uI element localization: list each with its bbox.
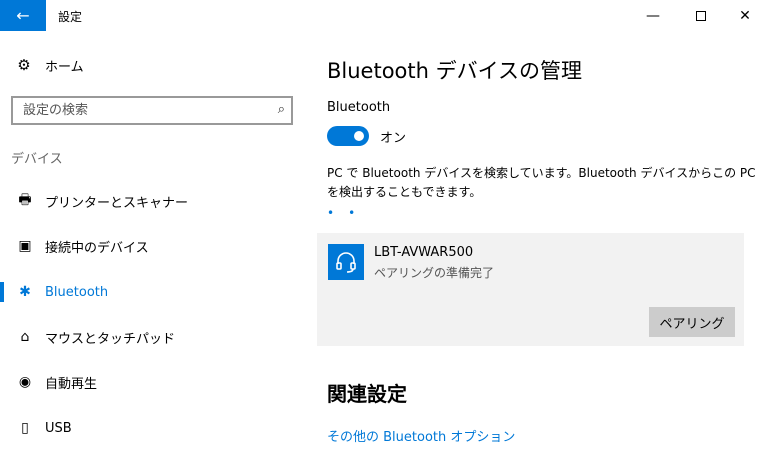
sidebar-item-usb[interactable]: ▯ USB <box>0 406 308 450</box>
minimize-icon: — <box>646 7 660 24</box>
headset-icon <box>328 244 364 280</box>
search-icon[interactable]: ⌕ <box>278 102 285 117</box>
window-title: 設定 <box>58 10 83 24</box>
toggle-state-label: オン <box>380 131 407 146</box>
device-item[interactable]: LBT-AVWAR500 ペアリングの準備完了 ペアリング <box>317 233 744 346</box>
maximize-button[interactable] <box>678 0 724 31</box>
autoplay-icon: ◉ <box>18 374 32 390</box>
sidebar-item-label: USB <box>45 420 72 436</box>
maximize-icon <box>696 10 706 21</box>
sidebar-item-bluetooth[interactable]: ✱ Bluetooth <box>0 270 308 314</box>
sidebar-item-printers[interactable]: 🖶 プリンターとスキャナー <box>0 179 308 223</box>
bluetooth-toggle[interactable] <box>327 126 369 146</box>
sidebar-item-autoplay[interactable]: ◉ 自動再生 <box>0 360 308 404</box>
printer-icon: 🖶 <box>18 192 32 208</box>
close-icon: ✕ <box>739 7 751 24</box>
searching-progress-dots: •• <box>327 206 370 220</box>
sidebar-item-label: 接続中のデバイス <box>45 240 149 256</box>
sidebar-item-label: 自動再生 <box>45 376 98 392</box>
sidebar-item-label: プリンターとスキャナー <box>45 195 189 211</box>
close-button[interactable]: ✕ <box>722 0 768 31</box>
back-button[interactable]: ← <box>0 0 46 31</box>
page-title: Bluetooth デバイスの管理 <box>327 59 582 83</box>
sidebar-item-label: ホーム <box>45 59 84 75</box>
sidebar-item-label: Bluetooth <box>45 284 109 300</box>
bluetooth-label: Bluetooth <box>327 100 391 115</box>
minimize-button[interactable]: — <box>630 0 676 31</box>
toggle-knob <box>354 131 364 141</box>
device-status: ペアリングの準備完了 <box>374 266 495 280</box>
section-label-devices: デバイス <box>11 152 63 167</box>
gear-icon: ⚙ <box>17 56 31 74</box>
sidebar-item-home[interactable]: ⚙ ホーム <box>16 55 84 75</box>
more-bluetooth-options-link[interactable]: その他の Bluetooth オプション <box>327 426 515 445</box>
related-settings-title: 関連設定 <box>327 382 407 406</box>
device-name: LBT-AVWAR500 <box>374 245 474 260</box>
searching-description: PC で Bluetooth デバイスを検索しています。Bluetooth デバ… <box>327 166 756 199</box>
back-arrow-icon: ← <box>16 6 30 25</box>
main-content: Bluetooth デバイスの管理 Bluetooth オン PC で Blue… <box>308 31 768 453</box>
sidebar-item-connected-devices[interactable]: ▣ 接続中のデバイス <box>0 224 308 268</box>
connected-devices-icon: ▣ <box>18 238 32 254</box>
pair-button[interactable]: ペアリング <box>649 307 735 337</box>
title-bar: ← 設定 — ✕ <box>0 0 768 31</box>
bluetooth-icon: ✱ <box>19 284 31 300</box>
sidebar-item-label: マウスとタッチパッド <box>45 331 176 347</box>
search-input[interactable] <box>13 98 253 123</box>
sidebar-item-mouse-touchpad[interactable]: ⌂ マウスとタッチパッド <box>0 315 308 359</box>
search-box: ⌕ <box>11 96 293 125</box>
usb-icon: ▯ <box>21 420 29 436</box>
mouse-icon: ⌂ <box>20 329 30 345</box>
sidebar: ⚙ ホーム ⌕ デバイス 🖶 プリンターとスキャナー ▣ 接続中のデバイス ✱ … <box>0 31 308 453</box>
